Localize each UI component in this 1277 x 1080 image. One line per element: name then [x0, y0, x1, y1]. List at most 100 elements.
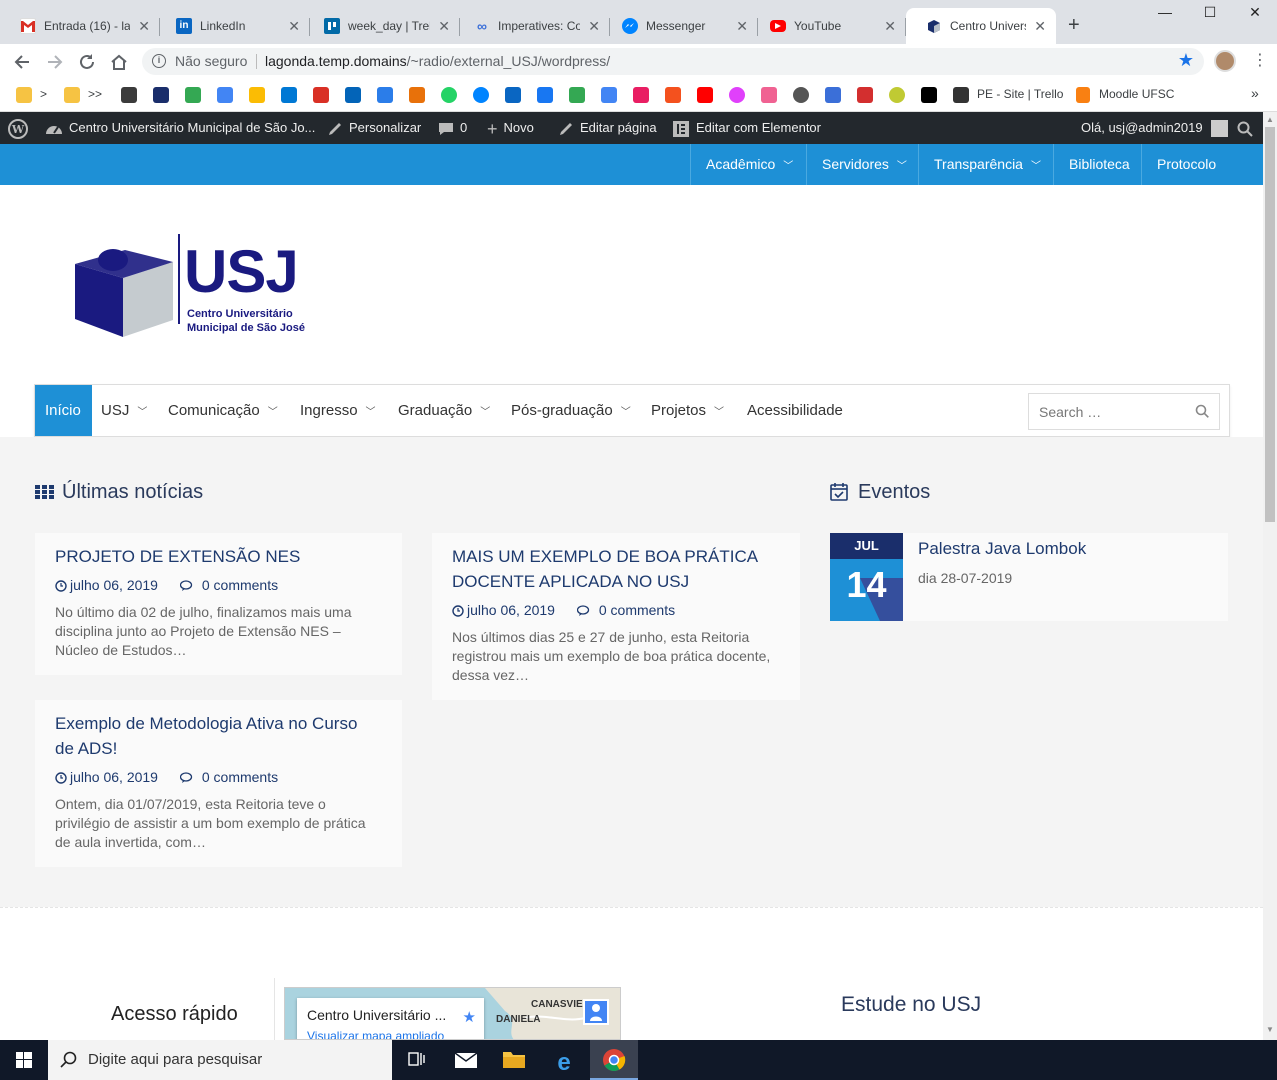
- github-icon[interactable]: [793, 87, 809, 103]
- edge-icon[interactable]: e: [540, 1040, 588, 1080]
- admin-new[interactable]: + Novo: [487, 112, 534, 144]
- file-explorer-icon[interactable]: [490, 1040, 538, 1080]
- browser-menu-icon[interactable]: ⋮: [1252, 50, 1268, 70]
- admin-edit-page[interactable]: Editar página: [558, 112, 657, 144]
- minimize-icon[interactable]: —: [1150, 4, 1180, 20]
- bookmarks-more[interactable]: >>: [88, 87, 102, 101]
- linkedin-icon[interactable]: [505, 87, 521, 103]
- topnav-protocolo[interactable]: Protocolo: [1141, 144, 1231, 185]
- map-enlarge-link[interactable]: Visualizar mapa ampliado: [307, 1029, 444, 1039]
- menu-comunicacao[interactable]: Comunicação ﹀: [158, 385, 288, 436]
- search-icon[interactable]: [1195, 404, 1209, 418]
- menu-ingresso[interactable]: Ingresso ﹀: [290, 385, 386, 436]
- trello-icon[interactable]: [121, 87, 137, 103]
- tab-usj-active[interactable]: Centro Universit ✕: [906, 8, 1056, 44]
- close-tab-icon[interactable]: ✕: [588, 8, 600, 44]
- search-icon[interactable]: [1237, 112, 1259, 144]
- moodle-icon[interactable]: [1076, 87, 1090, 103]
- calendar-icon[interactable]: [217, 87, 233, 103]
- home-icon[interactable]: [108, 51, 130, 73]
- usj-icon[interactable]: [153, 87, 169, 103]
- menu-usj[interactable]: USJ ﹀: [91, 385, 157, 436]
- news-card[interactable]: Exemplo de Metodologia Ativa no Curso de…: [35, 700, 402, 867]
- photos-icon[interactable]: [729, 87, 745, 103]
- udemy-icon[interactable]: [857, 87, 873, 103]
- scroll-thumb[interactable]: [1265, 127, 1275, 522]
- street-view-icon[interactable]: [583, 999, 609, 1025]
- close-tab-icon[interactable]: ✕: [736, 8, 748, 44]
- maps-icon[interactable]: [569, 87, 585, 103]
- link-icon[interactable]: [825, 87, 841, 103]
- drive-icon[interactable]: [185, 87, 201, 103]
- address-bar[interactable]: i Não seguro lagonda.temp.domains/~radio…: [142, 48, 1204, 75]
- new-tab-button[interactable]: +: [1068, 14, 1080, 37]
- reload-icon[interactable]: [76, 51, 98, 73]
- folder-icon[interactable]: [16, 87, 32, 103]
- info-icon[interactable]: i: [152, 54, 166, 68]
- tab-youtube[interactable]: YouTube ✕: [750, 8, 906, 44]
- slides-icon[interactable]: [665, 87, 681, 103]
- close-window-icon[interactable]: ✕: [1240, 4, 1270, 21]
- bookmarks-chevron[interactable]: >: [40, 87, 47, 101]
- wordpress-icon[interactable]: W: [8, 112, 34, 144]
- menu-acessibilidade[interactable]: Acessibilidade: [737, 385, 853, 436]
- search-input[interactable]: Search …: [1028, 393, 1220, 430]
- windows-start-icon[interactable]: [0, 1040, 48, 1080]
- bookmark-star-icon[interactable]: ★: [1178, 50, 1194, 71]
- bookmark-pe-site[interactable]: PE - Site | Trello: [977, 87, 1063, 101]
- news-card-title[interactable]: MAIS UM EXEMPLO DE BOA PRÁTICA DOCENTE A…: [452, 544, 758, 594]
- keep-icon[interactable]: [249, 87, 265, 103]
- folder-icon[interactable]: [64, 87, 80, 103]
- usj-logo[interactable]: USJ Centro Universitário Municipal de Sã…: [75, 234, 305, 344]
- admin-customize[interactable]: Personalizar: [327, 112, 421, 144]
- flickr-icon[interactable]: [633, 87, 649, 103]
- profile-avatar[interactable]: [1214, 50, 1236, 72]
- menu-projetos[interactable]: Projetos ﹀: [641, 385, 734, 436]
- admin-comments[interactable]: 0: [438, 112, 467, 144]
- topnav-transparencia[interactable]: Transparência ﹀: [918, 144, 1056, 185]
- eye-icon[interactable]: [409, 87, 425, 103]
- bookmarks-overflow[interactable]: »: [1251, 85, 1259, 101]
- close-tab-icon[interactable]: ✕: [1034, 8, 1046, 44]
- pocket-icon[interactable]: [761, 87, 777, 103]
- tab-linkedin[interactable]: in LinkedIn ✕: [156, 8, 310, 44]
- tab-messenger[interactable]: Messenger ✕: [602, 8, 758, 44]
- trello-icon[interactable]: [953, 87, 969, 103]
- embedded-map[interactable]: CANASVIE DANIELA Centro Universitário ..…: [284, 987, 621, 1040]
- chrome-icon[interactable]: [590, 1040, 638, 1080]
- facebook-icon[interactable]: [537, 87, 553, 103]
- admin-account[interactable]: Olá, usj@admin2019: [1081, 112, 1234, 144]
- gmail-icon[interactable]: [313, 87, 329, 103]
- messenger-icon[interactable]: [473, 87, 489, 103]
- event-item[interactable]: JUL 14 Palestra Java Lombok dia 28-07-20…: [830, 533, 1228, 621]
- whatsapp-icon[interactable]: [441, 87, 457, 103]
- outlook-icon[interactable]: [281, 87, 297, 103]
- close-tab-icon[interactable]: ✕: [884, 8, 896, 44]
- topnav-biblioteca[interactable]: Biblioteca: [1053, 144, 1145, 185]
- close-tab-icon[interactable]: ✕: [438, 8, 450, 44]
- admin-edit-elementor[interactable]: Editar com Elementor: [672, 112, 821, 144]
- topnav-academico[interactable]: Acadêmico ﹀: [690, 144, 808, 185]
- unsplash-icon[interactable]: [921, 87, 937, 103]
- maximize-icon[interactable]: ☐: [1195, 4, 1225, 21]
- tab-imperatives[interactable]: ∞ Imperatives: Cor ✕: [454, 8, 610, 44]
- taskbar-search-input[interactable]: Digite aqui para pesquisar: [48, 1040, 392, 1080]
- close-tab-icon[interactable]: ✕: [288, 8, 300, 44]
- mail-icon[interactable]: [442, 1040, 490, 1080]
- news-card[interactable]: MAIS UM EXEMPLO DE BOA PRÁTICA DOCENTE A…: [432, 533, 800, 700]
- tab-trello[interactable]: week_day | Trello ✕: [304, 8, 460, 44]
- translate-icon[interactable]: [601, 87, 617, 103]
- back-icon[interactable]: [11, 51, 33, 73]
- url-text[interactable]: lagonda.temp.domains/~radio/external_USJ…: [265, 53, 610, 69]
- onedrive-icon[interactable]: [345, 87, 361, 103]
- admin-site-name[interactable]: Centro Universitário Municipal de São Jo…: [45, 112, 315, 144]
- event-title[interactable]: Palestra Java Lombok: [918, 539, 1086, 559]
- scroll-up-icon[interactable]: ▲: [1266, 115, 1274, 124]
- bookmark-moodle[interactable]: Moodle UFSC: [1099, 87, 1174, 101]
- globe-icon[interactable]: [889, 87, 905, 103]
- news-card-title[interactable]: Exemplo de Metodologia Ativa no Curso de…: [55, 711, 357, 761]
- news-card-title[interactable]: PROJETO DE EXTENSÃO NES: [55, 544, 300, 569]
- forward-icon[interactable]: [44, 51, 66, 73]
- youtube-icon[interactable]: [697, 87, 713, 103]
- page-scrollbar[interactable]: ▲ ▼: [1263, 112, 1277, 1040]
